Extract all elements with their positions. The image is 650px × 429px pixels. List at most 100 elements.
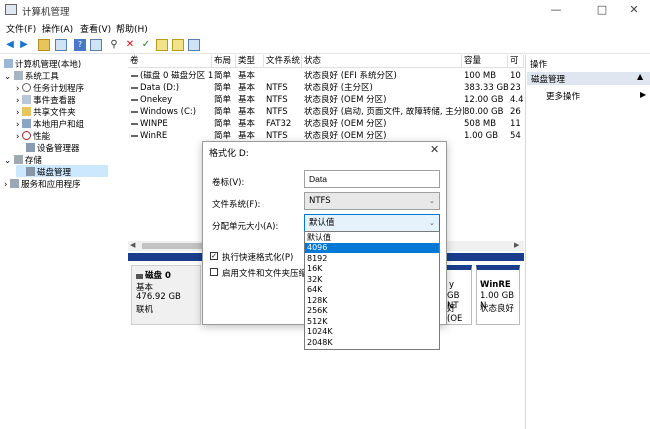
- filesystem-label: 文件系统(F):: [212, 200, 261, 210]
- forward-icon[interactable]: ▶: [18, 39, 30, 51]
- tree-item-services-apps[interactable]: › 服务和应用程序: [4, 178, 81, 190]
- help-icon[interactable]: ?: [74, 39, 86, 51]
- menu-bar: 文件(F) 操作(A) 查看(V) 帮助(H): [0, 20, 650, 36]
- back-icon[interactable]: ◀: [4, 39, 16, 51]
- checkbox-unchecked-icon[interactable]: [210, 268, 218, 276]
- option-64k[interactable]: 64K: [305, 285, 439, 295]
- volume-icon: [131, 75, 138, 77]
- menu-view[interactable]: 查看(V): [80, 22, 111, 35]
- option-1024k[interactable]: 1024K: [305, 327, 439, 337]
- table-row[interactable]: (磁盘 0 磁盘分区 1) 简单 基本 状态良好 (EFI 系统分区) 100 …: [128, 71, 524, 82]
- col-header-capacity[interactable]: 容量: [462, 55, 508, 68]
- table-row[interactable]: Data (D:) 简单 基本 NTFS 状态良好 (主分区) 383.33 G…: [128, 83, 524, 94]
- close-button[interactable]: ✕: [624, 2, 644, 18]
- menu-file[interactable]: 文件(F): [6, 22, 36, 35]
- option-2048k[interactable]: 2048K: [305, 338, 439, 348]
- collapse-icon: ▲: [637, 72, 644, 81]
- alloc-unit-label: 分配单元大小(A):: [212, 222, 279, 232]
- performance-icon: [22, 131, 32, 140]
- navigation-tree: 计算机管理(本地) ⌄ 系统工具 › 任务计划程序 › 事件查看器 › 共享文件…: [0, 55, 125, 429]
- volume-icon: [131, 111, 138, 113]
- tree-item-disk-management[interactable]: 磁盘管理: [16, 165, 108, 178]
- actions-header: 操作: [530, 60, 548, 70]
- chevron-down-icon: ⌄: [429, 197, 435, 205]
- scroll-thumb[interactable]: [142, 243, 202, 249]
- tree-item-performance[interactable]: › 性能: [16, 130, 50, 142]
- disk-size: 476.92 GB: [136, 292, 181, 302]
- tree-item-system-tools[interactable]: ⌄ 系统工具: [4, 70, 59, 82]
- col-header-free[interactable]: 可: [508, 55, 524, 68]
- tree-item-device-manager[interactable]: 设备管理器: [26, 142, 80, 154]
- option-8192[interactable]: 8192: [305, 254, 439, 264]
- title-bar: 计算机管理 — □ ✕: [0, 0, 650, 20]
- disk-icon: [26, 167, 35, 176]
- disk-name: 磁盘 0: [136, 269, 171, 281]
- search-icon[interactable]: [172, 39, 184, 51]
- open-icon[interactable]: [156, 39, 168, 51]
- alloc-unit-select[interactable]: 默认值 ⌄: [304, 214, 440, 232]
- volume-icon: [131, 123, 138, 125]
- disk-icon: [136, 274, 143, 279]
- actions-section[interactable]: 磁盘管理 ▲: [527, 72, 650, 85]
- option-default[interactable]: 默认值: [305, 233, 439, 243]
- filesystem-select[interactable]: NTFS ⌄: [304, 192, 440, 210]
- option-32k[interactable]: 32K: [305, 275, 439, 285]
- partition-cell[interactable]: y GB NT 好 (OE: [446, 265, 472, 325]
- event-viewer-icon: [22, 95, 32, 104]
- volume-label-input[interactable]: [304, 170, 440, 188]
- scroll-right-icon[interactable]: ▶: [514, 241, 519, 249]
- volume-icon: [131, 99, 138, 101]
- partition-winre[interactable]: WinRE 1.00 GB N 状态良好: [476, 265, 520, 325]
- col-header-status[interactable]: 状态: [302, 55, 462, 68]
- shared-folder-icon: [22, 107, 32, 116]
- submenu-arrow-icon: ▶: [640, 90, 647, 99]
- option-4096[interactable]: 4096: [305, 243, 439, 253]
- tools-icon: [13, 71, 23, 80]
- tree-root[interactable]: 计算机管理(本地): [4, 58, 81, 70]
- connect-icon[interactable]: ⚲: [108, 39, 120, 51]
- table-row[interactable]: Windows (C:) 简单 基本 NTFS 状态良好 (启动, 页面文件, …: [128, 107, 524, 118]
- services-icon: [10, 179, 20, 188]
- dialog-close-button[interactable]: ✕: [430, 143, 439, 156]
- option-16k[interactable]: 16K: [305, 264, 439, 274]
- option-128k[interactable]: 128K: [305, 296, 439, 306]
- disk-info[interactable]: 磁盘 0 基本 476.92 GB 联机: [131, 265, 201, 325]
- delete-icon[interactable]: ✕: [124, 39, 136, 51]
- check-icon[interactable]: ✓: [140, 39, 152, 51]
- tree-item-shared-folders[interactable]: › 共享文件夹: [16, 106, 76, 118]
- storage-icon: [13, 155, 23, 164]
- users-icon: [22, 119, 32, 128]
- table-row[interactable]: WINPE 简单 基本 FAT32 状态良好 (OEM 分区) 508 MB 1…: [128, 119, 524, 130]
- toolbar: ◀ ▶ ? ⚲ ✕ ✓: [0, 36, 650, 54]
- chevron-down-icon: ⌄: [429, 219, 435, 227]
- clock-icon: [22, 83, 32, 92]
- dialog-title: 格式化 D:: [209, 149, 249, 159]
- tree-item-users-groups[interactable]: › 本地用户和组: [16, 118, 84, 130]
- volume-rows: (磁盘 0 磁盘分区 1) 简单 基本 状态良好 (EFI 系统分区) 100 …: [128, 71, 524, 143]
- col-header-type[interactable]: 类型: [236, 55, 264, 68]
- col-header-filesystem[interactable]: 文件系统: [264, 55, 302, 68]
- window-title: 计算机管理: [22, 7, 70, 18]
- col-header-layout[interactable]: 布局: [212, 55, 236, 68]
- menu-action[interactable]: 操作(A): [42, 22, 73, 35]
- volume-icon: [131, 135, 138, 137]
- actions-pane: 操作 磁盘管理 ▲ 更多操作 ▶: [525, 55, 650, 429]
- maximize-button[interactable]: □: [592, 2, 612, 18]
- show-hide-tree-icon[interactable]: [55, 39, 67, 51]
- option-512k[interactable]: 512K: [305, 317, 439, 327]
- view-icon[interactable]: [188, 39, 200, 51]
- tree-item-event-viewer[interactable]: › 事件查看器: [16, 94, 76, 106]
- properties-icon[interactable]: [90, 39, 102, 51]
- col-header-volume[interactable]: 卷: [128, 55, 212, 68]
- tree-item-task-scheduler[interactable]: › 任务计划程序: [16, 82, 84, 94]
- volume-label-label: 卷标(V):: [212, 178, 245, 188]
- minimize-button[interactable]: —: [546, 2, 566, 18]
- table-row[interactable]: Onekey 简单 基本 NTFS 状态良好 (OEM 分区) 12.00 GB…: [128, 95, 524, 106]
- menu-help[interactable]: 帮助(H): [116, 22, 148, 35]
- checkbox-checked-icon[interactable]: ✓: [210, 252, 218, 260]
- computer-icon: [4, 59, 13, 68]
- more-actions[interactable]: 更多操作 ▶: [546, 90, 650, 102]
- scroll-left-icon[interactable]: ◀: [130, 241, 135, 249]
- option-256k[interactable]: 256K: [305, 306, 439, 316]
- folder-up-icon[interactable]: [38, 39, 50, 51]
